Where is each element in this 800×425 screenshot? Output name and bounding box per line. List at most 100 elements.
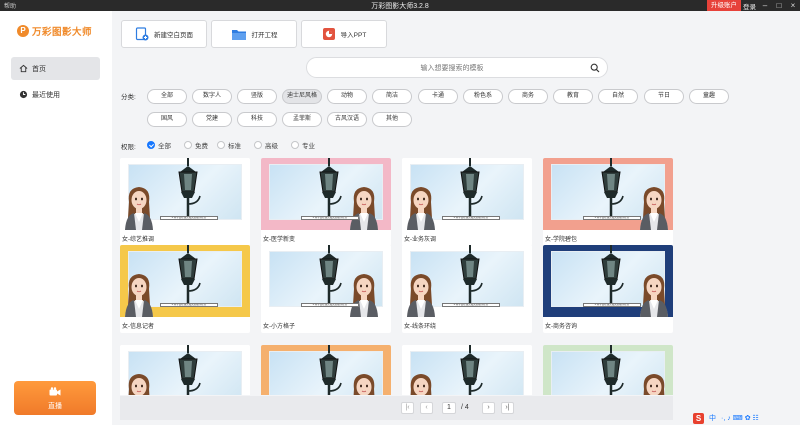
permission-radio[interactable]: 标准 [217, 140, 241, 150]
thumbnail-banner: # 同学请在线完成实验操作任务 [442, 216, 500, 220]
template-card[interactable]: # 同学请在线完成实验操作任务 女-信息记者 [120, 245, 250, 333]
template-card[interactable]: # 同学请在线完成实验操作任务女-综艺推调 [120, 158, 250, 246]
permission-radio[interactable]: 高级 [254, 140, 278, 150]
current-page-input[interactable]: 1 [442, 402, 456, 414]
lamp-illustration [178, 158, 201, 220]
category-label: 分类: [121, 94, 136, 101]
category-pill[interactable]: 动物 [327, 89, 367, 104]
template-thumbnail: # 同学请在线完成实验操作任务 [402, 245, 532, 317]
template-card[interactable]: # 同学请在线完成实验操作任务女-商务咨询 [543, 245, 673, 333]
category-pill[interactable]: 节日 [644, 89, 684, 104]
avatar-illustration [407, 274, 435, 317]
lamp-illustration [178, 245, 201, 307]
permission-label-text: 专业 [302, 143, 315, 150]
category-pill[interactable]: 科技 [237, 112, 277, 127]
avatar-illustration [410, 374, 432, 395]
sidebar-item-recent[interactable]: 最近使用 [11, 83, 100, 106]
avatar-illustration [353, 374, 375, 395]
category-pill[interactable]: 其他 [372, 112, 412, 127]
template-card[interactable]: # 同学请在线完成实验操作任务 女-学院碧包 [543, 158, 673, 246]
logo-text: 万彩图影大师 [32, 27, 93, 38]
sidebar: P 万彩图影大师 首页 最近使用 直播 [0, 11, 112, 425]
permission-label-text: 高级 [265, 143, 278, 150]
template-card[interactable]: # 同学请在线完成实验操作任务 女-业务灰调 [402, 158, 532, 246]
template-card[interactable]: # 同学请在线完成实验操作任务女-小方格子 [261, 245, 391, 333]
login-button[interactable]: 登录 [743, 1, 756, 11]
category-pill[interactable]: 粉色系 [463, 89, 503, 104]
category-pill[interactable]: 自然 [598, 89, 638, 104]
live-button[interactable]: 直播 [14, 381, 96, 415]
live-label: 直播 [48, 403, 62, 410]
category-pill[interactable]: 竖版 [237, 89, 277, 104]
minimize-icon[interactable]: – [758, 0, 772, 11]
sidebar-item-home[interactable]: 首页 [11, 57, 100, 80]
template-caption: 女-综艺推调 [122, 237, 154, 243]
category-pill[interactable]: 全部 [147, 89, 187, 104]
category-pill[interactable]: 简洁 [372, 89, 412, 104]
avatar-illustration [640, 274, 668, 317]
thumbnail-banner: # 同学请在线完成实验操作任务 [301, 216, 359, 220]
ime-toolbar[interactable]: S 中 ·, ♪ ⌨ ✿ ☷ [693, 411, 798, 425]
folder-icon [231, 29, 246, 40]
lamp-illustration [460, 158, 483, 220]
new-blank-page-button[interactable]: 新建空白页面 [121, 20, 207, 48]
close-icon[interactable]: × [786, 0, 800, 11]
template-card[interactable]: # 同学请在线完成实验操作任务 女-医学新变 [261, 158, 391, 246]
category-pill[interactable]: 卡通 [418, 89, 458, 104]
category-pill[interactable]: 古风汉语 [327, 112, 367, 127]
search-icon[interactable] [590, 63, 600, 73]
clock-icon [19, 90, 28, 99]
category-pill[interactable]: 党建 [192, 112, 232, 127]
first-page-button[interactable]: |‹ [401, 402, 414, 414]
template-card[interactable]: # 同学请在线完成实验操作任务 [543, 345, 673, 395]
sidebar-item-label: 最近使用 [32, 91, 60, 99]
avatar-illustration [407, 187, 435, 230]
lamp-illustration [460, 245, 483, 307]
prev-page-button[interactable]: ‹ [420, 402, 433, 414]
maximize-icon[interactable]: □ [772, 0, 786, 11]
template-thumbnail: # 同学请在线完成实验操作任务 [543, 245, 673, 317]
action-label: 导入PPT [340, 32, 367, 39]
logo-icon: P [17, 25, 29, 37]
category-pill[interactable]: 孟菲斯 [282, 112, 322, 127]
thumbnail-banner: # 同学请在线完成实验操作任务 [160, 216, 218, 220]
upgrade-account-button[interactable]: 升级账户 [707, 0, 741, 11]
template-thumbnail: # 同学请在线完成实验操作任务 [261, 158, 391, 230]
action-label: 打开工程 [251, 32, 278, 39]
category-pill[interactable]: 数字人 [192, 89, 232, 104]
next-page-button[interactable]: › [482, 402, 495, 414]
radio-dot [254, 141, 262, 149]
category-pill[interactable]: 国风 [147, 112, 187, 127]
camera-icon [49, 387, 61, 396]
import-ppt-button[interactable]: 导入PPT [301, 20, 387, 48]
sidebar-item-label: 首页 [32, 65, 46, 73]
category-pill[interactable]: 商务 [508, 89, 548, 104]
avatar-illustration [128, 374, 150, 395]
search-input[interactable] [317, 61, 587, 75]
lamp-illustration [601, 345, 624, 395]
open-project-button[interactable]: 打开工程 [211, 20, 297, 48]
category-pill[interactable]: 迪士尼风格 [282, 89, 322, 104]
template-thumbnail: # 同学请在线完成实验操作任务 [261, 245, 391, 317]
app-logo: P 万彩图影大师 [17, 24, 92, 38]
lamp-illustration [319, 345, 342, 395]
permission-radio[interactable]: 专业 [291, 140, 315, 150]
permission-radio[interactable]: 免费 [184, 140, 208, 150]
template-card[interactable]: # 同学请在线完成实验操作任务 [402, 345, 532, 395]
lamp-illustration [319, 245, 342, 307]
template-card[interactable]: # 同学请在线完成实验操作任务 [120, 345, 250, 395]
template-card[interactable]: # 同学请在线完成实验操作任务 女-线条环绕 [402, 245, 532, 333]
template-grid: # 同学请在线完成实验操作任务 女-综艺推调 # 同学请在线完成实验操作任务 女-医学… [120, 158, 673, 395]
template-caption: 女-商务咨询 [545, 324, 577, 330]
template-card[interactable]: # 同学请在线完成实验操作任务 [261, 345, 391, 395]
template-thumbnail: # 同学请在线完成实验操作任务 [120, 345, 250, 395]
template-thumbnail: # 同学请在线完成实验操作任务 [120, 158, 250, 230]
template-caption: 女-小方格子 [263, 324, 295, 330]
title-bar: 帮助 万彩图影大师3.2.8 升级账户 登录 – □ × [0, 0, 800, 11]
category-pill[interactable]: 教育 [553, 89, 593, 104]
permission-radio[interactable]: 全部 [147, 140, 171, 150]
last-page-button[interactable]: ›| [501, 402, 514, 414]
thumbnail-banner: # 同学请在线完成实验操作任务 [301, 303, 359, 307]
avatar-illustration [350, 274, 378, 317]
category-pill[interactable]: 童趣 [689, 89, 729, 104]
